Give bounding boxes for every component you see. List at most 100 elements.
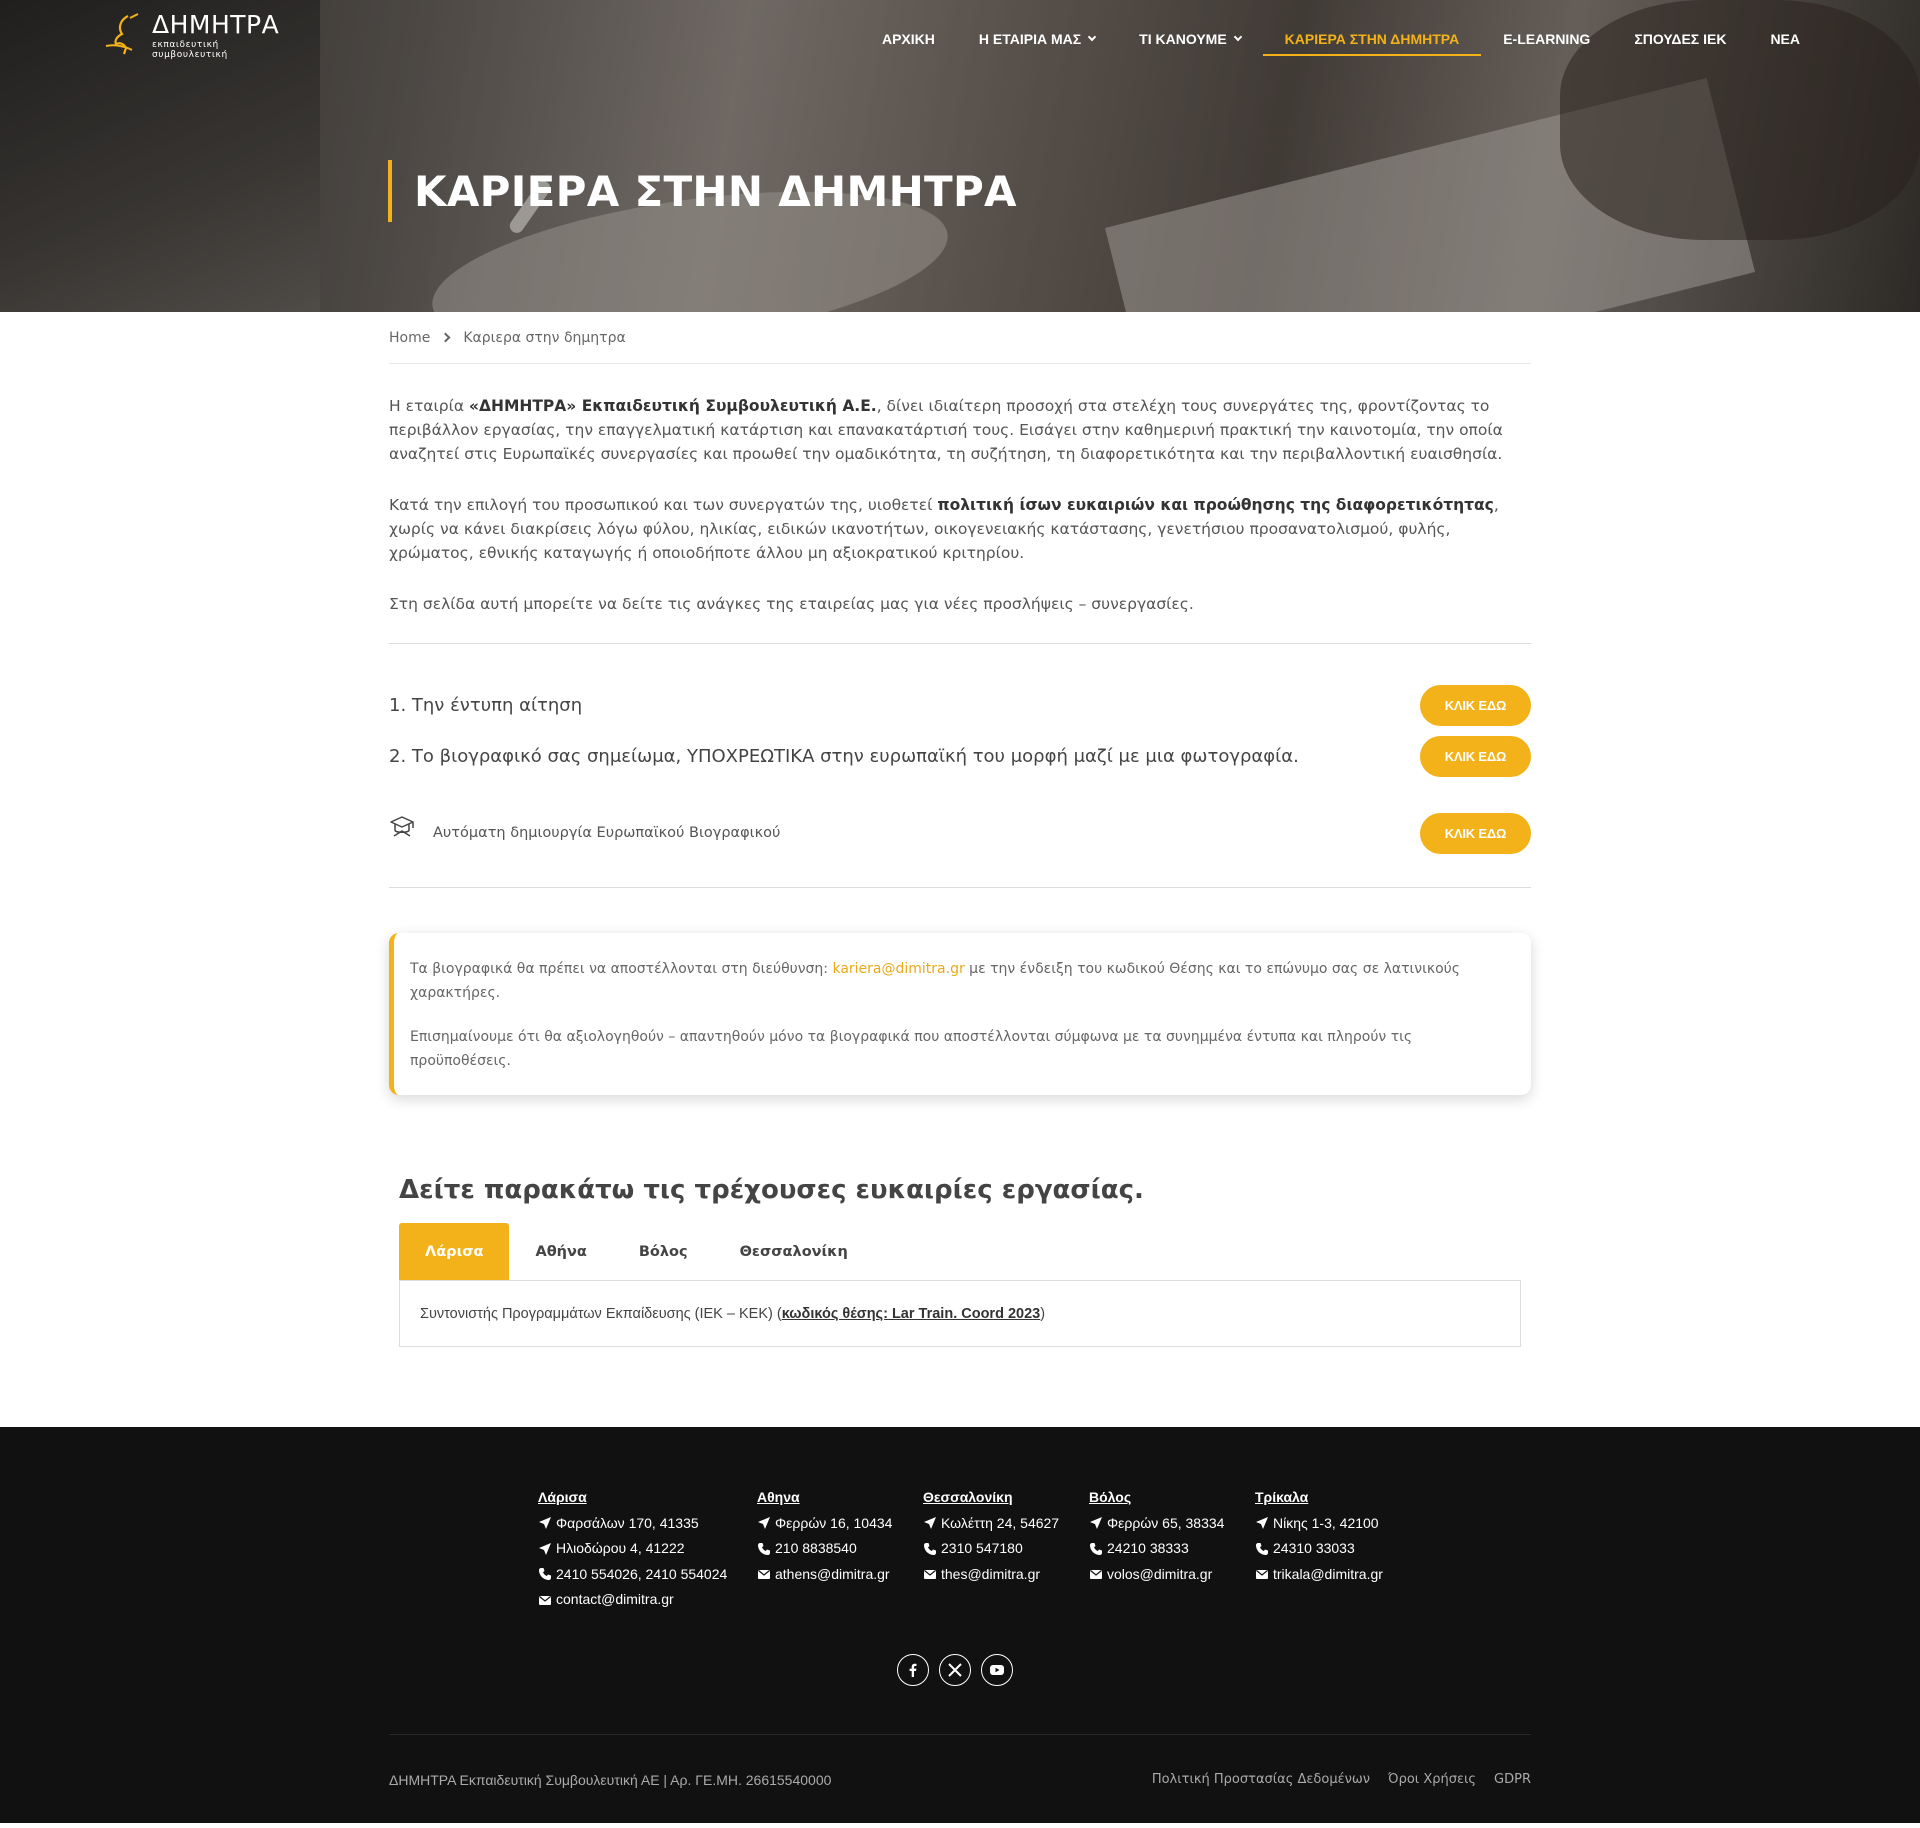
x-twitter-icon[interactable]: [939, 1654, 971, 1686]
office-detail-line[interactable]: 2310 547180: [923, 1536, 1089, 1562]
office-detail-line[interactable]: 2410 554026, 2410 554024: [538, 1562, 757, 1588]
application-form-button[interactable]: ΚΛΙΚ ΕΔΩ: [1420, 685, 1531, 726]
cv-button[interactable]: ΚΛΙΚ ΕΔΩ: [1420, 736, 1531, 777]
nav-label: ΝΕΑ: [1770, 31, 1800, 47]
hero-title-block: ΚΑΡΙΕΡΑ ΣΤΗΝ ΔΗΜΗΤΡΑ: [388, 160, 1017, 222]
hero-accent-bar: [388, 160, 392, 222]
office-detail-line[interactable]: 24310 33033: [1255, 1536, 1395, 1562]
site-footer: Λάρισα Φαρσάλων 170, 41335 Ηλιοδώρου 4, 41…: [0, 1427, 1920, 1823]
intro-text-span: Η εταιρία: [389, 397, 469, 415]
footer-office-column: Θεσσαλονίκη Κωλέττη 24, 54627 2310 547180 t…: [923, 1485, 1089, 1613]
tab-athens[interactable]: Αθήνα: [509, 1223, 612, 1280]
location-arrow-icon: [538, 1542, 556, 1556]
office-detail-text: 24310 33033: [1273, 1540, 1355, 1556]
chevron-down-icon: [1087, 32, 1097, 42]
job-openings-section: Δείτε παρακάτω τις τρέχουσες ευκαιρίες ε…: [389, 1175, 1531, 1347]
office-city-title: Θεσσαλονίκη: [923, 1489, 1013, 1505]
tab-thessaloniki[interactable]: Θεσσαλονίκη: [714, 1223, 874, 1280]
phone-icon: [757, 1542, 775, 1556]
policy-bold: πολιτική ίσων ευκαιριών και προώθησης τη…: [937, 496, 1494, 514]
breadcrumb-home-link[interactable]: Home: [389, 330, 430, 346]
nav-item-iek[interactable]: ΣΠΟΥΔΕΣ ΙΕΚ: [1612, 24, 1748, 54]
intro-text-span: Κατά την επιλογή του προσωπικού και των …: [389, 496, 938, 514]
office-detail-text: Ηλιοδώρου 4, 41222: [556, 1540, 685, 1556]
office-detail-text: Νίκης 1-3, 42100: [1273, 1514, 1379, 1531]
office-detail-text: Φαρσάλων 170, 41335: [556, 1514, 699, 1531]
nav-item-home[interactable]: ΑΡΧΙΚΗ: [860, 24, 957, 54]
phone-icon: [1255, 1542, 1273, 1556]
career-email-link[interactable]: kariera@dimitra.gr: [832, 961, 964, 977]
office-detail-text: contact@dimitra.gr: [556, 1591, 674, 1607]
office-detail-line: Νίκης 1-3, 42100: [1255, 1511, 1395, 1537]
cv-label: 2. Το βιογραφικό σας σημείωμα, ΥΠΟΧΡΕΩΤΙ…: [389, 746, 1299, 767]
office-detail-line[interactable]: trikala@dimitra.gr: [1255, 1562, 1395, 1588]
tab-volos[interactable]: Βόλος: [613, 1223, 714, 1280]
notice-paragraph-1: Τα βιογραφικά θα πρέπει να αποστέλλονται…: [410, 957, 1515, 1005]
office-detail-line: Ηλιοδώρου 4, 41222: [538, 1536, 757, 1562]
cv-notice-box: Τα βιογραφικά θα πρέπει να αποστέλλονται…: [389, 933, 1531, 1095]
office-detail-line[interactable]: athens@dimitra.gr: [757, 1562, 923, 1588]
tab-larisa[interactable]: Λάρισα: [399, 1223, 510, 1280]
breadcrumb-current: Καριερα στην δημητρα: [463, 329, 626, 346]
nav-item-elearning[interactable]: E-LEARNING: [1481, 24, 1612, 54]
location-arrow-icon: [923, 1516, 941, 1530]
nav-label: ΑΡΧΙΚΗ: [881, 31, 935, 47]
logo-mark-icon: [105, 13, 139, 55]
facebook-icon[interactable]: [897, 1654, 929, 1686]
top-navigation: ΔΗΜΗΤΡΑ εκπαιδευτική συμβουλευτική ΑΡΧΙΚ…: [0, 0, 1920, 70]
notice-paragraph-2: Επισημαίνουμε ότι θα αξιολογηθούν – απαν…: [410, 1029, 1413, 1069]
office-detail-line[interactable]: 210 8838540: [757, 1536, 923, 1562]
office-detail-text: Κωλέττη 24, 54627: [941, 1514, 1060, 1531]
envelope-icon: [1089, 1567, 1107, 1581]
gdpr-link[interactable]: GDPR: [1494, 1772, 1531, 1787]
phone-icon: [538, 1567, 556, 1581]
intro-paragraph-1: Η εταιρία «ΔΗΜΗΤΡΑ» Εκπαιδευτική Συμβουλ…: [389, 394, 1531, 466]
office-detail-line[interactable]: volos@dimitra.gr: [1089, 1562, 1255, 1588]
application-form-row: 1. Την έντυπη αίτηση ΚΛΙΚ ΕΔΩ: [389, 680, 1531, 731]
location-arrow-icon: [757, 1516, 775, 1530]
office-detail-line[interactable]: 24210 38333: [1089, 1536, 1255, 1562]
logo-tagline: εκπαιδευτική συμβουλευτική: [151, 39, 228, 60]
footer-divider: [389, 1734, 1531, 1735]
envelope-icon: [923, 1567, 941, 1581]
nav-item-services[interactable]: ΤΙ ΚΑΝΟΥΜΕ: [1117, 24, 1263, 54]
office-detail-line[interactable]: contact@dimitra.gr: [538, 1587, 757, 1613]
application-section: 1. Την έντυπη αίτηση ΚΛΙΚ ΕΔΩ 2. Το βιογ…: [389, 643, 1531, 888]
breadcrumb: Home Καριερα στην δημητρα: [389, 312, 1531, 364]
graduation-cap-icon: [390, 816, 414, 837]
intro-paragraph-3: Στη σελίδα αυτή μπορείτε να δείτε τις αν…: [389, 595, 1194, 613]
office-detail-line[interactable]: thes@dimitra.gr: [923, 1562, 1089, 1588]
office-detail-text: 2310 547180: [941, 1540, 1023, 1556]
application-form-label: 1. Την έντυπη αίτηση: [389, 695, 583, 716]
office-detail-line: Φερρών 65, 38334: [1089, 1511, 1255, 1537]
office-detail-line: Κωλέττη 24, 54627: [923, 1511, 1089, 1537]
office-detail-text: Φερρών 16, 10434: [775, 1514, 893, 1531]
footer-office-column: Λάρισα Φαρσάλων 170, 41335 Ηλιοδώρου 4, 41…: [538, 1485, 757, 1613]
city-tabs: Λάρισα Αθήνα Βόλος Θεσσαλονίκη: [399, 1223, 1521, 1280]
office-city-title: Βόλος: [1089, 1489, 1132, 1505]
office-detail-text: athens@dimitra.gr: [775, 1565, 890, 1582]
europass-row: Αυτόματη δημιουργία Ευρωπαϊκού Βιογραφικ…: [389, 811, 1531, 855]
intro-paragraph-2: Κατά την επιλογή του προσωπικού και των …: [389, 493, 1531, 565]
notice-text: Τα βιογραφικά θα πρέπει να αποστέλλονται…: [410, 961, 833, 977]
chevron-right-icon: [440, 332, 451, 343]
phone-icon: [923, 1542, 941, 1556]
office-detail-text: trikala@dimitra.gr: [1273, 1565, 1383, 1582]
logo-name: ΔΗΜΗΤΡΑ: [151, 9, 280, 39]
office-detail-text: volos@dimitra.gr: [1107, 1565, 1213, 1582]
youtube-icon[interactable]: [981, 1654, 1013, 1686]
europass-button[interactable]: ΚΛΙΚ ΕΔΩ: [1420, 812, 1531, 854]
job-code-link[interactable]: κωδικός θέσης: Lar Train. Coord 2023: [782, 1306, 1041, 1322]
site-logo[interactable]: ΔΗΜΗΤΡΑ εκπαιδευτική συμβουλευτική: [98, 10, 298, 60]
privacy-policy-link[interactable]: Πολιτική Προστασίας Δεδομένων: [1152, 1772, 1370, 1787]
location-arrow-icon: [1255, 1516, 1273, 1530]
office-city-title: Αθηνα: [757, 1489, 800, 1505]
nav-item-career[interactable]: ΚΑΡΙΕΡΑ ΣΤΗΝ ΔΗΜΗΤΡΑ: [1262, 24, 1482, 56]
terms-link[interactable]: Όροι Χρήσεις: [1388, 1772, 1476, 1787]
intro-text: Η εταιρία «ΔΗΜΗΤΡΑ» Εκπαιδευτική Συμβουλ…: [389, 364, 1531, 616]
nav-item-news[interactable]: ΝΕΑ: [1748, 24, 1822, 54]
footer-office-column: Αθηνα Φερρών 16, 10434 210 8838540 athens@d…: [757, 1485, 923, 1613]
europass-label: Αυτόματη δημιουργία Ευρωπαϊκού Βιογραφικ…: [433, 825, 781, 841]
footer-office-column: Τρίκαλα Νίκης 1-3, 42100 24310 33033 trikal…: [1255, 1485, 1395, 1613]
nav-item-company[interactable]: Η ΕΤΑΙΡΙΑ ΜΑΣ: [957, 24, 1117, 54]
